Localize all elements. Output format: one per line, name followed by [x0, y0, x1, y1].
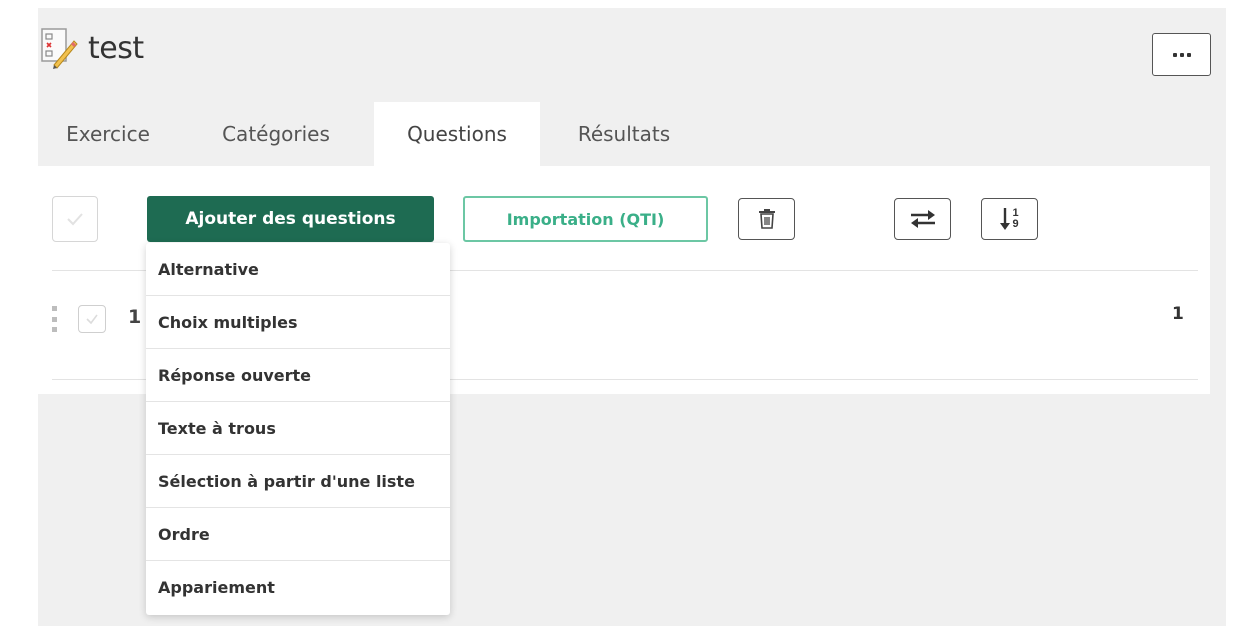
select-all-checkbox[interactable]: [52, 196, 98, 242]
question-checkbox[interactable]: [78, 305, 106, 333]
page-header: test: [40, 26, 144, 70]
menu-item-choix-multiples[interactable]: Choix multiples: [146, 296, 450, 349]
more-options-button[interactable]: [1152, 33, 1211, 76]
tab-bar: Exercice Catégories Questions Résultats: [38, 102, 708, 166]
ellipsis-icon: [1172, 52, 1191, 57]
menu-item-ordre[interactable]: Ordre: [146, 508, 450, 561]
add-questions-menu: Alternative Choix multiples Réponse ouve…: [146, 243, 450, 615]
sort-numeric-icon: 1 9: [1000, 207, 1019, 231]
page-title: test: [88, 30, 144, 66]
question-count: 1: [1172, 304, 1184, 324]
import-qti-button[interactable]: Importation (QTI): [463, 196, 708, 242]
check-icon: [86, 314, 98, 325]
drag-handle-icon[interactable]: [52, 306, 58, 332]
question-number: 1: [128, 306, 142, 328]
menu-item-selection-liste[interactable]: Sélection à partir d'une liste: [146, 455, 450, 508]
swap-button[interactable]: [894, 198, 951, 240]
add-questions-button[interactable]: Ajouter des questions: [147, 196, 434, 242]
check-icon: [67, 213, 83, 226]
sort-bottom-digit: 9: [1012, 218, 1019, 230]
menu-item-alternative[interactable]: Alternative: [146, 243, 450, 296]
tab-categories[interactable]: Catégories: [178, 102, 374, 166]
tab-questions[interactable]: Questions: [374, 102, 540, 166]
sort-button[interactable]: 1 9: [981, 198, 1038, 240]
menu-item-reponse-ouverte[interactable]: Réponse ouverte: [146, 349, 450, 402]
swap-arrows-icon: [910, 210, 935, 228]
delete-button[interactable]: [738, 198, 795, 240]
page: test Exercice Catégories Questions Résul…: [0, 0, 1238, 627]
trash-icon: [758, 209, 775, 229]
menu-item-appariement[interactable]: Appariement: [146, 561, 450, 614]
tab-resultats[interactable]: Résultats: [540, 102, 708, 166]
exercise-doc-icon: [40, 27, 78, 69]
menu-item-texte-a-trous[interactable]: Texte à trous: [146, 402, 450, 455]
tab-exercice[interactable]: Exercice: [38, 102, 178, 166]
